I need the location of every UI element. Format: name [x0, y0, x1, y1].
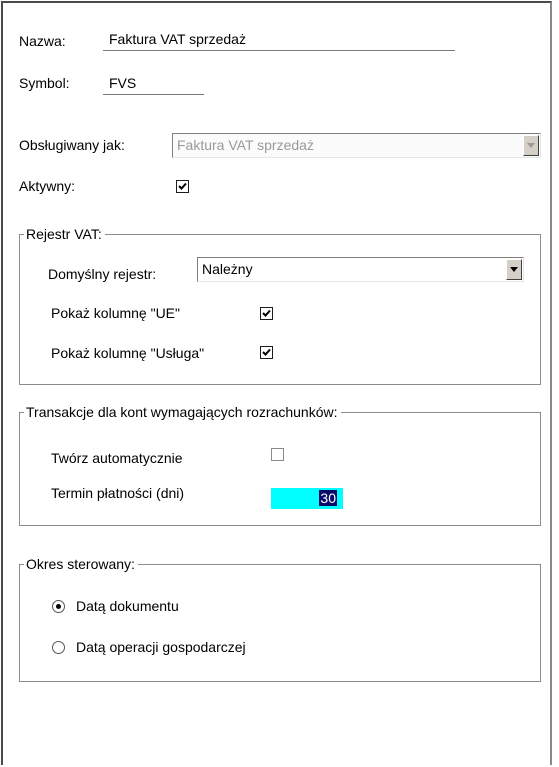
- chevron-down-icon: [523, 135, 539, 156]
- transakcje-title: Transakcje dla kont wymagających rozrach…: [24, 404, 341, 420]
- aktywny-checkbox[interactable]: [176, 180, 189, 193]
- obslugiwany-value: Faktura VAT sprzedaż: [177, 137, 314, 153]
- termin-platnosci-value: 30: [319, 490, 337, 506]
- tworz-automatycznie-label: Twórz automatycznie: [51, 450, 183, 466]
- pokaz-usluga-label: Pokaż kolumnę "Usługa": [51, 345, 205, 361]
- pokaz-usluga-checkbox[interactable]: [260, 346, 273, 359]
- checkmark-icon: [262, 309, 271, 317]
- nazwa-label: Nazwa:: [19, 33, 66, 49]
- nazwa-field[interactable]: Faktura VAT sprzedaż: [103, 29, 455, 51]
- okres-option-dokument-label[interactable]: Datą dokumentu: [76, 598, 179, 614]
- symbol-field[interactable]: FVS: [103, 73, 204, 95]
- symbol-label: Symbol:: [19, 75, 70, 91]
- chevron-down-icon[interactable]: [506, 259, 522, 280]
- okres-sterowany-title: Okres sterowany:: [24, 556, 138, 572]
- termin-platnosci-field[interactable]: 30: [271, 488, 343, 509]
- tworz-automatycznie-checkbox[interactable]: [271, 448, 284, 461]
- radio-selected-dot-icon: [56, 604, 61, 609]
- pokaz-ue-checkbox[interactable]: [260, 307, 273, 320]
- domyslny-rejestr-value: Należny: [202, 261, 253, 277]
- domyslny-rejestr-select[interactable]: Należny: [197, 257, 524, 282]
- okres-option-operacja-label[interactable]: Datą operacji gospodarczej: [76, 639, 246, 655]
- obslugiwany-select: Faktura VAT sprzedaż: [172, 133, 541, 158]
- okres-radio-dokument[interactable]: [52, 600, 65, 613]
- aktywny-label: Aktywny:: [19, 178, 76, 194]
- checkmark-icon: [262, 348, 271, 356]
- termin-platnosci-label: Termin płatności (dni): [51, 485, 185, 501]
- domyslny-rejestr-label: Domyślny rejestr:: [48, 266, 157, 282]
- obslugiwany-label: Obsługiwany jak:: [19, 137, 125, 153]
- okres-sterowany-group: [19, 564, 541, 682]
- rejestr-vat-title: Rejestr VAT:: [24, 226, 105, 242]
- checkmark-icon: [178, 182, 187, 190]
- okres-radio-operacja[interactable]: [52, 641, 65, 654]
- pokaz-ue-label: Pokaż kolumnę "UE": [51, 305, 180, 321]
